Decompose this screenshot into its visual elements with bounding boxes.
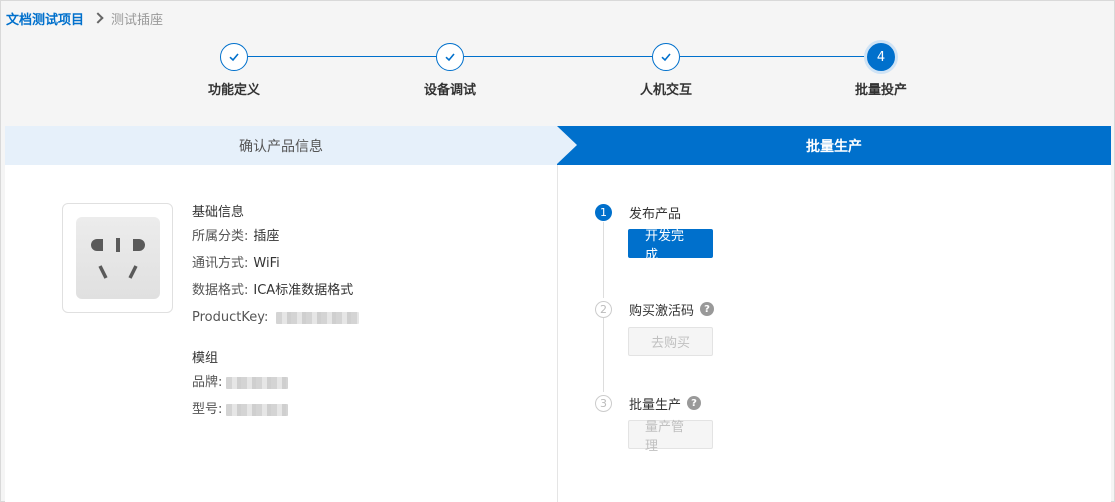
progress-stepper: 功能定义 设备调试 人机交互 4 批量投产 bbox=[1, 41, 1115, 101]
product-image bbox=[62, 203, 173, 313]
step-label: 人机交互 bbox=[639, 83, 692, 98]
breadcrumb-current: 测试插座 bbox=[111, 12, 164, 28]
publish-product-label: 发布产品 bbox=[629, 206, 682, 222]
category-row: 所属分类: 插座 bbox=[192, 223, 359, 250]
step-number-1: 1 bbox=[595, 204, 612, 221]
model-label: 型号: bbox=[192, 402, 223, 417]
step-line-vertical bbox=[603, 222, 604, 298]
tab-arrow-decoration bbox=[557, 126, 577, 164]
buy-button[interactable]: 去购买 bbox=[628, 327, 713, 356]
brand-row: 品牌: bbox=[192, 369, 359, 396]
step-function-definition[interactable]: 功能定义 bbox=[174, 43, 294, 98]
check-icon bbox=[220, 43, 248, 71]
step-line-vertical bbox=[603, 318, 604, 392]
category-label: 所属分类: bbox=[192, 229, 249, 244]
communication-label: 通讯方式: bbox=[192, 256, 249, 271]
product-info: 基础信息 所属分类: 插座 通讯方式: WiFi 数据格式: ICA标准数据格式… bbox=[192, 203, 360, 423]
step-device-debug[interactable]: 设备调试 bbox=[390, 43, 510, 98]
step-number-badge: 4 bbox=[867, 43, 895, 71]
communication-row: 通讯方式: WiFi bbox=[192, 250, 359, 277]
batch-production-label: 批量生产 bbox=[629, 397, 682, 413]
data-format-value: ICA标准数据格式 bbox=[253, 283, 354, 298]
tab-mass-production[interactable]: 批量生产 bbox=[557, 126, 1111, 165]
model-redacted bbox=[226, 403, 289, 416]
category-value: 插座 bbox=[253, 229, 280, 244]
tab-confirm-product-info[interactable]: 确认产品信息 bbox=[5, 126, 557, 165]
step-hmi[interactable]: 人机交互 bbox=[606, 43, 726, 98]
basic-info-title: 基础信息 bbox=[192, 205, 245, 220]
batch-production-title: 批量生产 ? bbox=[629, 394, 702, 413]
production-management-button[interactable]: 量产管理 bbox=[628, 420, 713, 454]
brand-redacted bbox=[226, 376, 289, 389]
data-format-label: 数据格式: bbox=[192, 283, 249, 298]
productkey-redacted bbox=[276, 311, 360, 324]
check-icon bbox=[652, 43, 680, 71]
page-frame: 文档测试项目 测试插座 功能定义 设备调试 人机交互 4 批量投产 确认产品信息… bbox=[0, 0, 1115, 502]
breadcrumb-root-link[interactable]: 文档测试项目 bbox=[6, 9, 84, 28]
step-number-3: 3 bbox=[595, 395, 612, 412]
help-icon[interactable]: ? bbox=[687, 396, 702, 410]
model-row: 型号: bbox=[192, 396, 359, 423]
step-label: 设备调试 bbox=[423, 83, 476, 98]
module-title: 模组 bbox=[192, 351, 219, 366]
productkey-row: ProductKey: bbox=[192, 304, 360, 331]
step-mass-production[interactable]: 4 批量投产 bbox=[821, 43, 941, 98]
step-label: 功能定义 bbox=[207, 83, 260, 98]
communication-value: WiFi bbox=[253, 256, 280, 271]
productkey-label: ProductKey: bbox=[192, 310, 269, 325]
column-divider bbox=[557, 165, 558, 502]
step-number-2: 2 bbox=[595, 301, 612, 318]
brand-label: 品牌: bbox=[192, 375, 223, 390]
stage-tabbar: 确认产品信息 批量生产 bbox=[5, 126, 1111, 165]
data-format-row: 数据格式: ICA标准数据格式 bbox=[192, 277, 359, 304]
content-panel: 确认产品信息 批量生产 基础信息 所属分类: 插座 通讯方式: WiFi 数据格… bbox=[5, 126, 1111, 502]
step-label: 批量投产 bbox=[854, 83, 907, 98]
buy-activation-code-label: 购买激活码 bbox=[629, 303, 695, 319]
dev-complete-button[interactable]: 开发完成 bbox=[628, 229, 713, 263]
help-icon[interactable]: ? bbox=[700, 302, 715, 316]
breadcrumb: 文档测试项目 测试插座 bbox=[6, 9, 164, 28]
smart-socket-icon bbox=[75, 217, 160, 299]
check-icon bbox=[436, 43, 464, 71]
buy-activation-code-title: 购买激活码 ? bbox=[629, 300, 715, 319]
publish-product-title: 发布产品 bbox=[629, 203, 682, 222]
chevron-right-icon bbox=[92, 12, 104, 24]
